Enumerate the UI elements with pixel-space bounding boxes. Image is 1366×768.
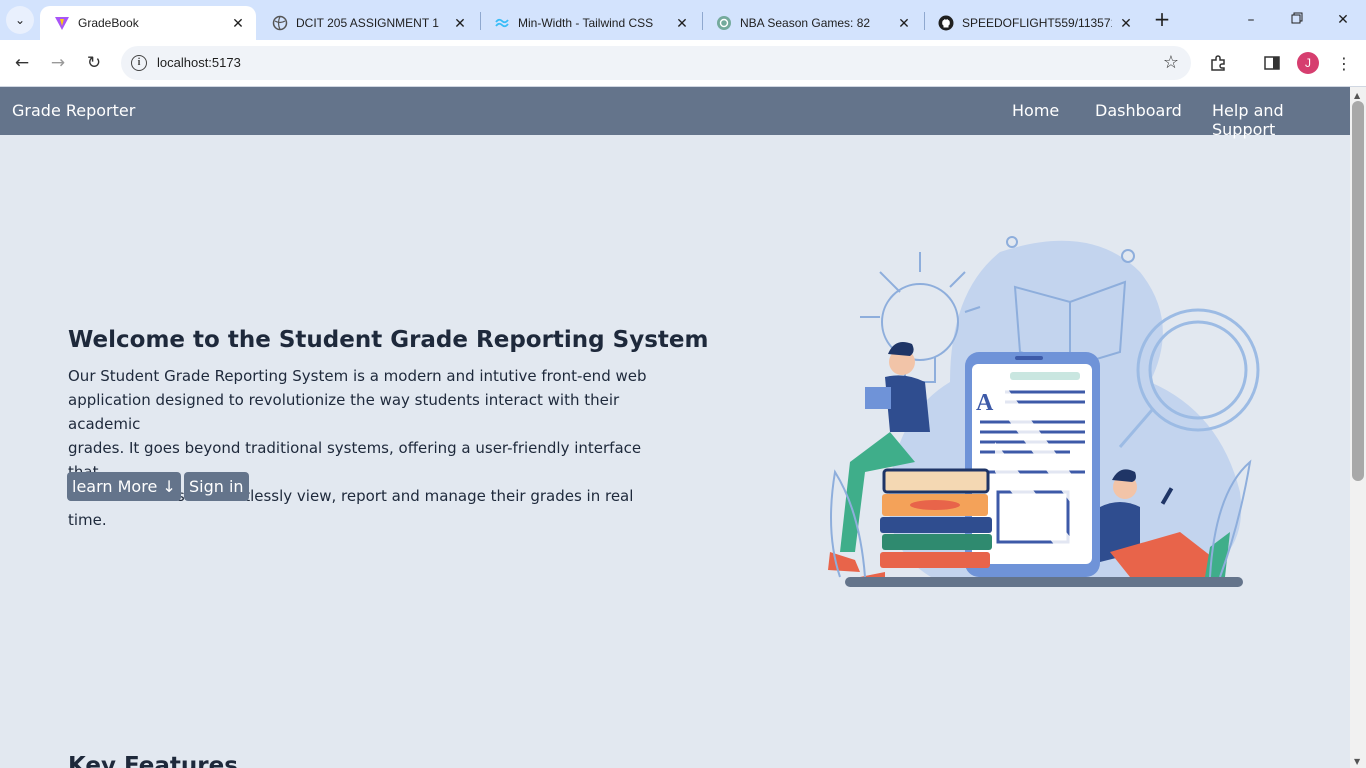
tab-title: GradeBook [78, 16, 139, 30]
chatgpt-icon [716, 15, 732, 31]
page-scrollbar[interactable]: ▲ ▼ [1350, 87, 1366, 768]
tab-search-button[interactable]: ⌄ [6, 6, 34, 34]
tab-gradebook[interactable]: GradeBook ✕ [40, 6, 256, 40]
extensions-icon[interactable] [1205, 50, 1231, 76]
close-icon[interactable]: ✕ [230, 15, 246, 31]
menu-kebab-icon[interactable]: ⋮ [1331, 50, 1357, 76]
svg-text:A: A [976, 390, 994, 416]
close-icon[interactable]: ✕ [1118, 15, 1134, 31]
scrollbar-thumb[interactable] [1352, 101, 1364, 481]
tab-nba-season[interactable]: NBA Season Games: 82 ✕ [702, 6, 922, 40]
github-icon [938, 15, 954, 31]
back-button[interactable]: ← [8, 49, 36, 77]
hero-title: Welcome to the Student Grade Reporting S… [68, 327, 709, 353]
book-stack-illustration [880, 468, 992, 568]
chevron-down-icon: ⌄ [14, 13, 26, 27]
bookmark-star-icon[interactable]: ☆ [1163, 52, 1179, 73]
tab-dcit-assignment[interactable]: DCIT 205 ASSIGNMENT 1 ✕ [258, 6, 478, 40]
close-icon[interactable]: ✕ [452, 15, 468, 31]
new-tab-button[interactable]: + [1150, 8, 1174, 32]
arrow-left-icon: ← [14, 53, 30, 73]
hero-line: application designed to revolutionize th… [68, 391, 620, 433]
hero-illustration: A [828, 236, 1260, 587]
learn-more-button[interactable]: learn More ↓ [67, 472, 181, 501]
browser-tab-strip: ⌄ GradeBook ✕ DCIT 205 ASSIGNMENT 1 ✕ Mi… [0, 0, 1366, 40]
forward-button[interactable]: → [44, 49, 72, 77]
address-bar[interactable]: i localhost:5173 ☆ [121, 46, 1191, 80]
profile-avatar[interactable]: J [1297, 52, 1319, 74]
tab-title: DCIT 205 ASSIGNMENT 1 [296, 16, 439, 30]
hero-description: Our Student Grade Reporting System is a … [68, 364, 668, 532]
arrow-right-icon: → [50, 53, 66, 73]
scroll-down-arrow-icon[interactable]: ▼ [1354, 757, 1360, 766]
features-heading: Key Features [68, 753, 238, 768]
app-navbar: Grade Reporter Home Dashboard Help and S… [0, 87, 1350, 139]
tailwind-icon [494, 15, 510, 31]
minimize-icon: – [1247, 12, 1255, 28]
globe-icon [272, 15, 288, 31]
nav-link-home[interactable]: Home [1012, 101, 1059, 120]
site-info-icon[interactable]: i [131, 55, 147, 71]
sign-in-button[interactable]: Sign in [184, 472, 249, 501]
nav-link-dashboard[interactable]: Dashboard [1095, 101, 1182, 120]
tab-title: Min-Width - Tailwind CSS [518, 16, 654, 30]
brand-logo-text[interactable]: Grade Reporter [12, 101, 135, 120]
tab-tailwind[interactable]: Min-Width - Tailwind CSS ✕ [480, 6, 700, 40]
restore-button[interactable] [1274, 0, 1320, 40]
plus-icon: + [1153, 7, 1171, 31]
scroll-up-arrow-icon[interactable]: ▲ [1354, 91, 1360, 100]
side-panel-icon[interactable] [1259, 50, 1285, 76]
vite-icon [54, 15, 70, 31]
ground-line [845, 577, 1243, 587]
minimize-button[interactable]: – [1228, 0, 1274, 40]
reload-button[interactable]: ↻ [80, 49, 108, 77]
close-icon[interactable]: ✕ [896, 15, 912, 31]
tab-title: NBA Season Games: 82 [740, 16, 871, 30]
page-viewport: Grade Reporter Home Dashboard Help and S… [0, 87, 1350, 768]
browser-toolbar: ← → ↻ i localhost:5173 ☆ ⋮ [0, 40, 1366, 87]
restore-icon [1291, 12, 1303, 28]
close-icon: ✕ [1337, 12, 1349, 28]
address-url[interactable]: localhost:5173 [157, 55, 241, 70]
hero-line: Our Student Grade Reporting System is a … [68, 367, 647, 385]
tab-github[interactable]: SPEEDOFLIGHT559/113571 ✕ [924, 6, 1144, 40]
reload-icon: ↻ [86, 53, 102, 73]
close-window-button[interactable]: ✕ [1320, 0, 1366, 40]
close-icon[interactable]: ✕ [674, 15, 690, 31]
nav-link-help-support[interactable]: Help and Support [1212, 101, 1350, 139]
tab-title: SPEEDOFLIGHT559/113571 [962, 16, 1112, 30]
